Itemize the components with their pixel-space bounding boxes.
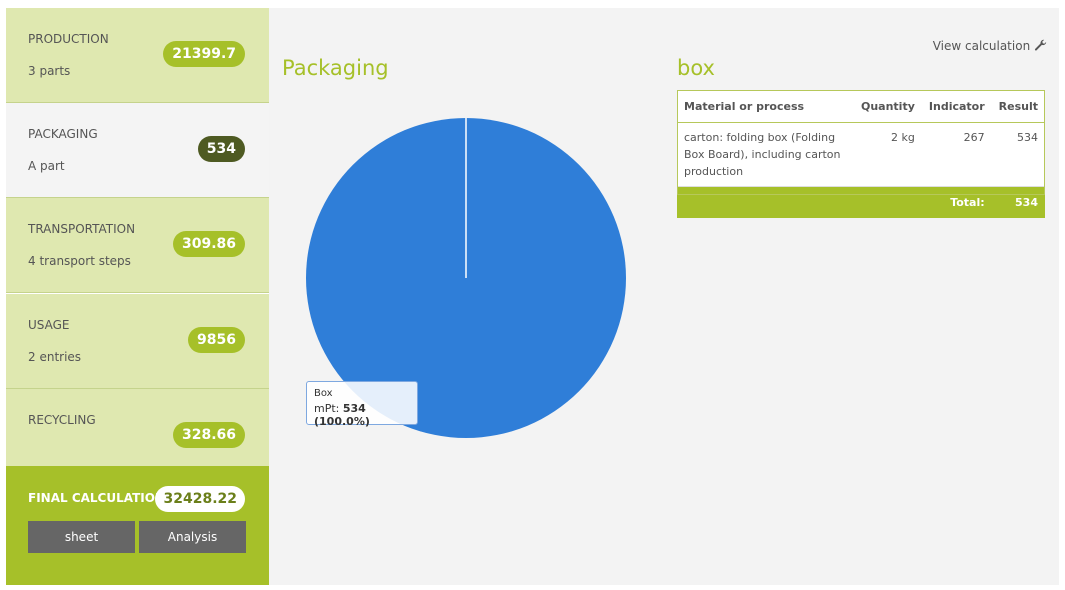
total-label: Total: [921, 186, 992, 218]
col-header-indicator: Indicator [921, 90, 992, 123]
cell-material: carton: folding box (Folding Box Board),… [677, 122, 854, 187]
sidebar-item-usage[interactable]: USAGE 2 entries 9856 [6, 294, 269, 389]
cell-result: 534 [991, 122, 1045, 187]
sidebar-item-title: TRANSPORTATION [28, 222, 136, 236]
sidebar-item-production[interactable]: PRODUCTION 3 parts 21399.7 [6, 8, 269, 103]
main-panel: Packaging box View calculation Box mPt: … [269, 8, 1059, 585]
col-header-material: Material or process [677, 90, 854, 123]
sidebar-item-title: USAGE [28, 318, 70, 332]
final-calculation-panel: FINAL CALCULATION 32428.22 sheet Analysi… [6, 466, 269, 585]
sidebar-item-subtitle: A part [28, 159, 65, 173]
col-header-quantity: Quantity [853, 90, 922, 123]
sidebar-item-title: PACKAGING [28, 127, 98, 141]
detail-title: box [677, 56, 715, 80]
tooltip-label: mPt: [314, 402, 340, 415]
value-badge: 328.66 [172, 422, 245, 448]
materials-table: Material or process Quantity Indicator R… [677, 90, 1045, 218]
sidebar-item-title: PRODUCTION [28, 32, 109, 46]
wrench-icon [1034, 39, 1047, 51]
value-badge: 21399.7 [163, 41, 245, 67]
sheet-button[interactable]: sheet [28, 521, 135, 553]
tooltip-value-line: mPt: 534 (100.0%) [314, 402, 410, 428]
value-badge: 9856 [188, 327, 245, 353]
section-title: Packaging [282, 56, 389, 80]
final-calculation-value: 32428.22 [155, 486, 245, 512]
total-spacer [677, 186, 854, 218]
total-spacer [853, 186, 922, 218]
cell-quantity: 2 kg [853, 122, 922, 187]
sidebar-item-transportation[interactable]: TRANSPORTATION 4 transport steps 309.86 [6, 198, 269, 293]
total-value: 534 [991, 186, 1045, 218]
table-row: carton: folding box (Folding Box Board),… [677, 122, 1045, 187]
value-badge: 309.86 [172, 231, 245, 257]
sidebar: PRODUCTION 3 parts 21399.7 PACKAGING A p… [6, 8, 269, 585]
sidebar-item-packaging[interactable]: PACKAGING A part 534 [6, 103, 269, 198]
value-badge: 534 [197, 136, 245, 162]
view-calculation-label: View calculation [932, 39, 1031, 53]
sidebar-item-subtitle: 4 transport steps [28, 254, 131, 268]
sidebar-item-title: RECYCLING [28, 413, 96, 427]
tooltip-series-name: Box [314, 388, 333, 399]
analysis-button[interactable]: Analysis [139, 521, 246, 553]
table-total-row: Total: 534 [677, 186, 1045, 218]
sidebar-item-subtitle: 2 entries [28, 350, 82, 364]
view-calculation-link[interactable]: View calculation [933, 39, 1047, 53]
cell-indicator: 267 [921, 122, 992, 187]
sidebar-item-subtitle: 3 parts [28, 64, 71, 78]
chart-tooltip: Box mPt: 534 (100.0%) [306, 381, 418, 428]
final-calculation-title: FINAL CALCULATION [28, 491, 166, 505]
col-header-result: Result [991, 90, 1045, 123]
sidebar-item-recycling[interactable]: RECYCLING 328.66 [6, 389, 269, 466]
